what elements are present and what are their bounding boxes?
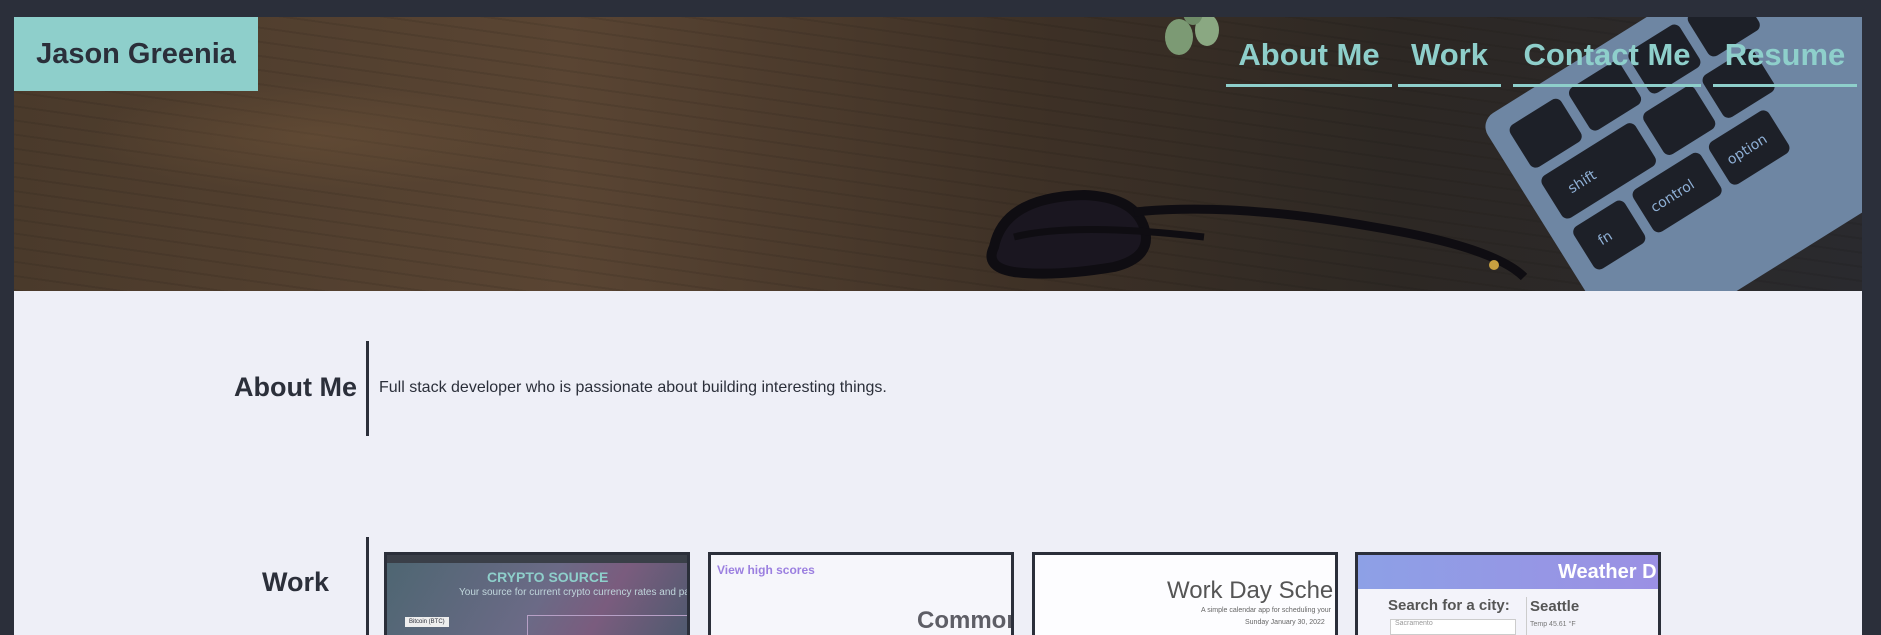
project-title: Weather D <box>1558 561 1657 583</box>
nav-contact-me[interactable]: Contact Me <box>1513 35 1701 87</box>
project-card-scheduler[interactable]: Work Day Sche A simple calendar app for … <box>1032 552 1338 635</box>
nav-resume[interactable]: Resume <box>1713 35 1857 87</box>
nav-about-me[interactable]: About Me <box>1226 35 1392 87</box>
project-subtitle: A simple calendar app for scheduling you… <box>1201 607 1331 614</box>
search-label: Search for a city: <box>1388 597 1510 614</box>
about-title: About Me <box>234 372 357 402</box>
temperature: Temp 45.61 °F <box>1530 621 1576 628</box>
project-button: Bitcoin (BTC) <box>405 617 449 627</box>
about-divider <box>366 341 369 436</box>
card-divider <box>1526 597 1527 635</box>
project-card-crypto[interactable]: CRYPTO SOURCE Your source for current cr… <box>384 552 690 635</box>
project-title: CRYPTO SOURCE <box>487 569 609 585</box>
project-title: Work Day Sche <box>1167 577 1334 604</box>
high-scores-link: View high scores <box>717 563 815 577</box>
project-card-quiz[interactable]: View high scores Commor <box>708 552 1014 635</box>
glasses-image <box>986 189 1528 281</box>
page-frame: fn control option shift Jason Greenia Ab… <box>14 17 1862 635</box>
search-input: Sacramento <box>1390 619 1516 635</box>
nav-work[interactable]: Work <box>1398 35 1501 87</box>
project-title: Commor <box>917 607 1014 634</box>
hero-banner: fn control option shift Jason Greenia Ab… <box>14 17 1862 291</box>
browser-bar <box>387 555 687 563</box>
brand-name[interactable]: Jason Greenia <box>14 17 258 91</box>
project-date: Sunday January 30, 2022 <box>1245 619 1325 626</box>
project-subtitle: Your source for current crypto currency … <box>459 587 690 598</box>
work-title: Work <box>261 567 329 597</box>
city-name: Seattle <box>1530 598 1580 615</box>
work-divider <box>366 537 369 635</box>
project-card-weather[interactable]: Weather D Search for a city: Sacramento … <box>1355 552 1661 635</box>
about-text: Full stack developer who is passionate a… <box>379 379 887 396</box>
project-panel <box>527 615 687 635</box>
